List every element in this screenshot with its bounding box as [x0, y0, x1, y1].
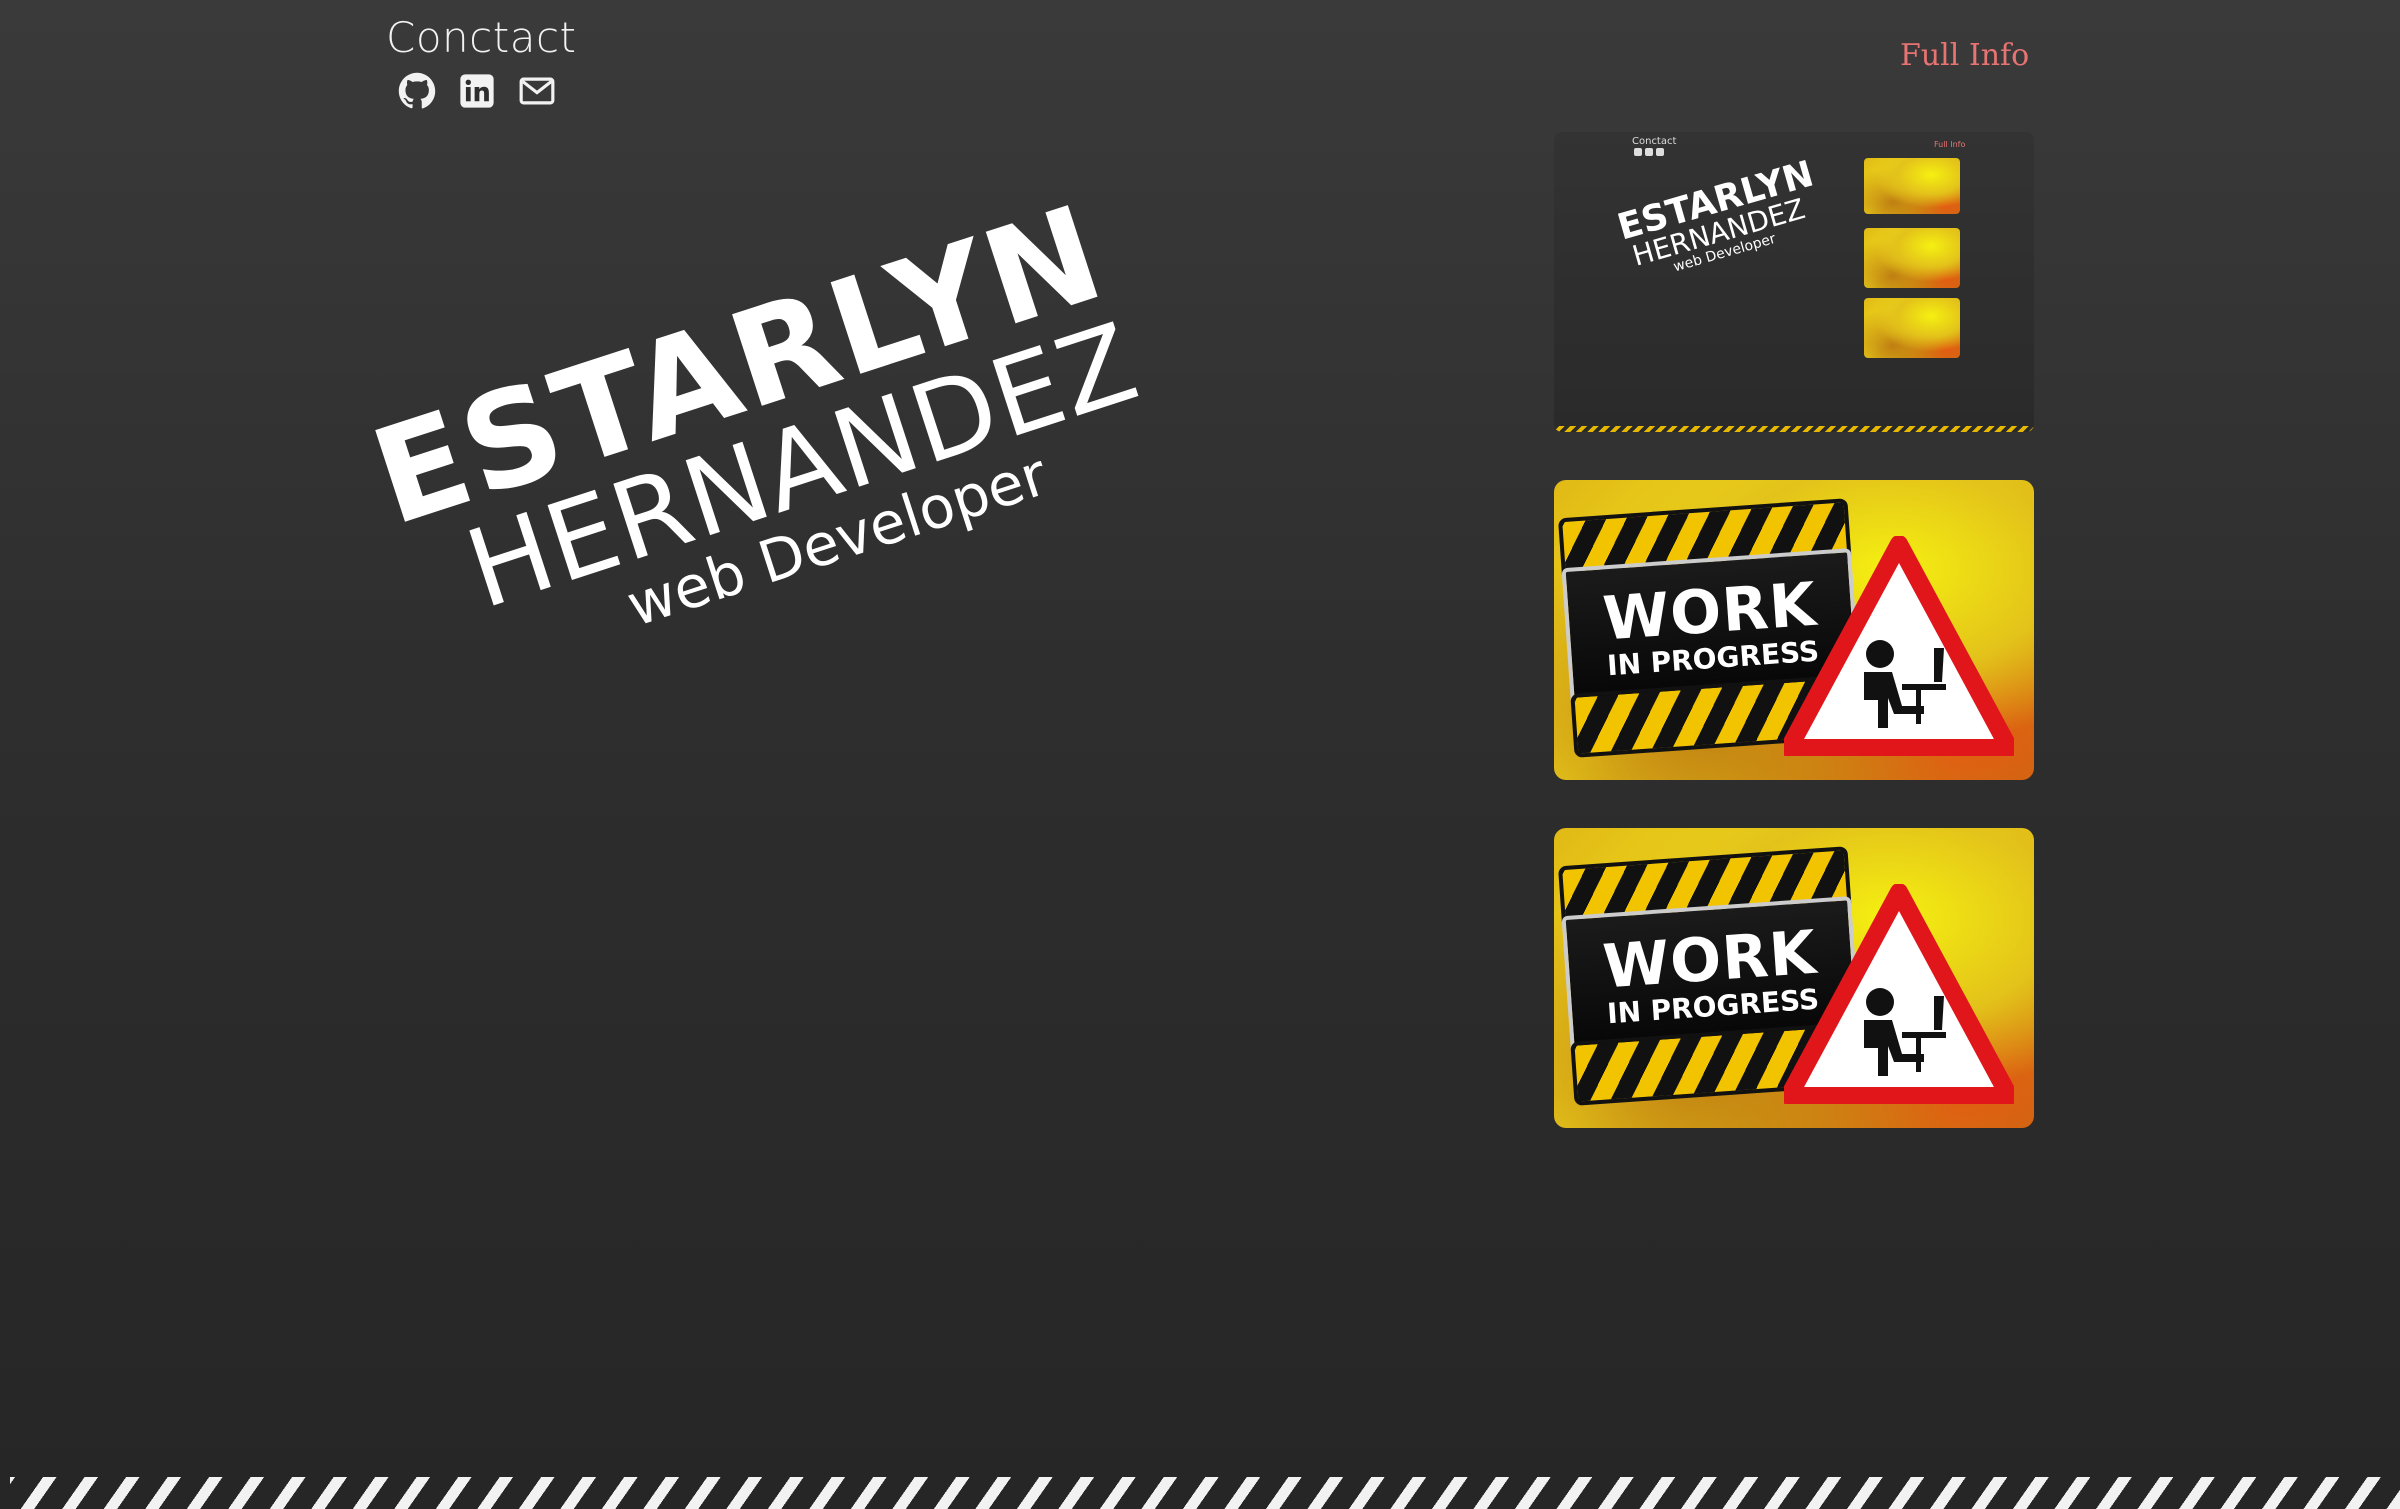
mail-link[interactable] — [518, 72, 556, 110]
preview-github-icon — [1634, 148, 1642, 156]
project-card-work-in-progress[interactable]: WORK IN PROGRESS — [1554, 828, 2034, 1128]
preview-hazard-stripe — [1554, 426, 2034, 432]
projects-column: Conctact Full Info ESTARLYN HERNANDEZ we… — [1554, 132, 2034, 1176]
warning-triangle-icon — [1784, 536, 2014, 756]
preview-contact-icons — [1634, 148, 1664, 156]
warning-triangle-icon — [1784, 884, 2014, 1104]
linkedin-icon — [460, 74, 494, 108]
hero-name: ESTARLYN HERNANDEZ web Developer — [248, 176, 1152, 860]
preview-mini-card — [1864, 158, 1960, 214]
preview-contact-title: Conctact — [1632, 136, 1677, 147]
contact-title: Conctact — [386, 13, 577, 62]
github-icon — [398, 72, 436, 109]
contact-icons — [398, 72, 576, 110]
linkedin-link[interactable] — [458, 72, 496, 110]
footer-hazard-stripe — [10, 1477, 2400, 1509]
preview-mini-card — [1864, 298, 1960, 358]
mail-icon — [519, 77, 555, 105]
github-link[interactable] — [398, 72, 436, 110]
full-info-link[interactable]: Full Info — [1900, 38, 2029, 73]
preview-mini-card — [1864, 228, 1960, 288]
contact-section: Conctact — [386, 12, 576, 110]
preview-full-info: Full Info — [1934, 140, 1966, 149]
preview-name: ESTARLYN HERNANDEZ web Developer — [1613, 154, 1818, 287]
project-card-work-in-progress[interactable]: WORK IN PROGRESS — [1554, 480, 2034, 780]
preview-mail-icon — [1656, 148, 1664, 156]
preview-linkedin-icon — [1645, 148, 1653, 156]
project-card-portfolio-preview[interactable]: Conctact Full Info ESTARLYN HERNANDEZ we… — [1554, 132, 2034, 432]
hero-name-rotated: ESTARLYN HERNANDEZ web Developer — [328, 176, 1198, 708]
